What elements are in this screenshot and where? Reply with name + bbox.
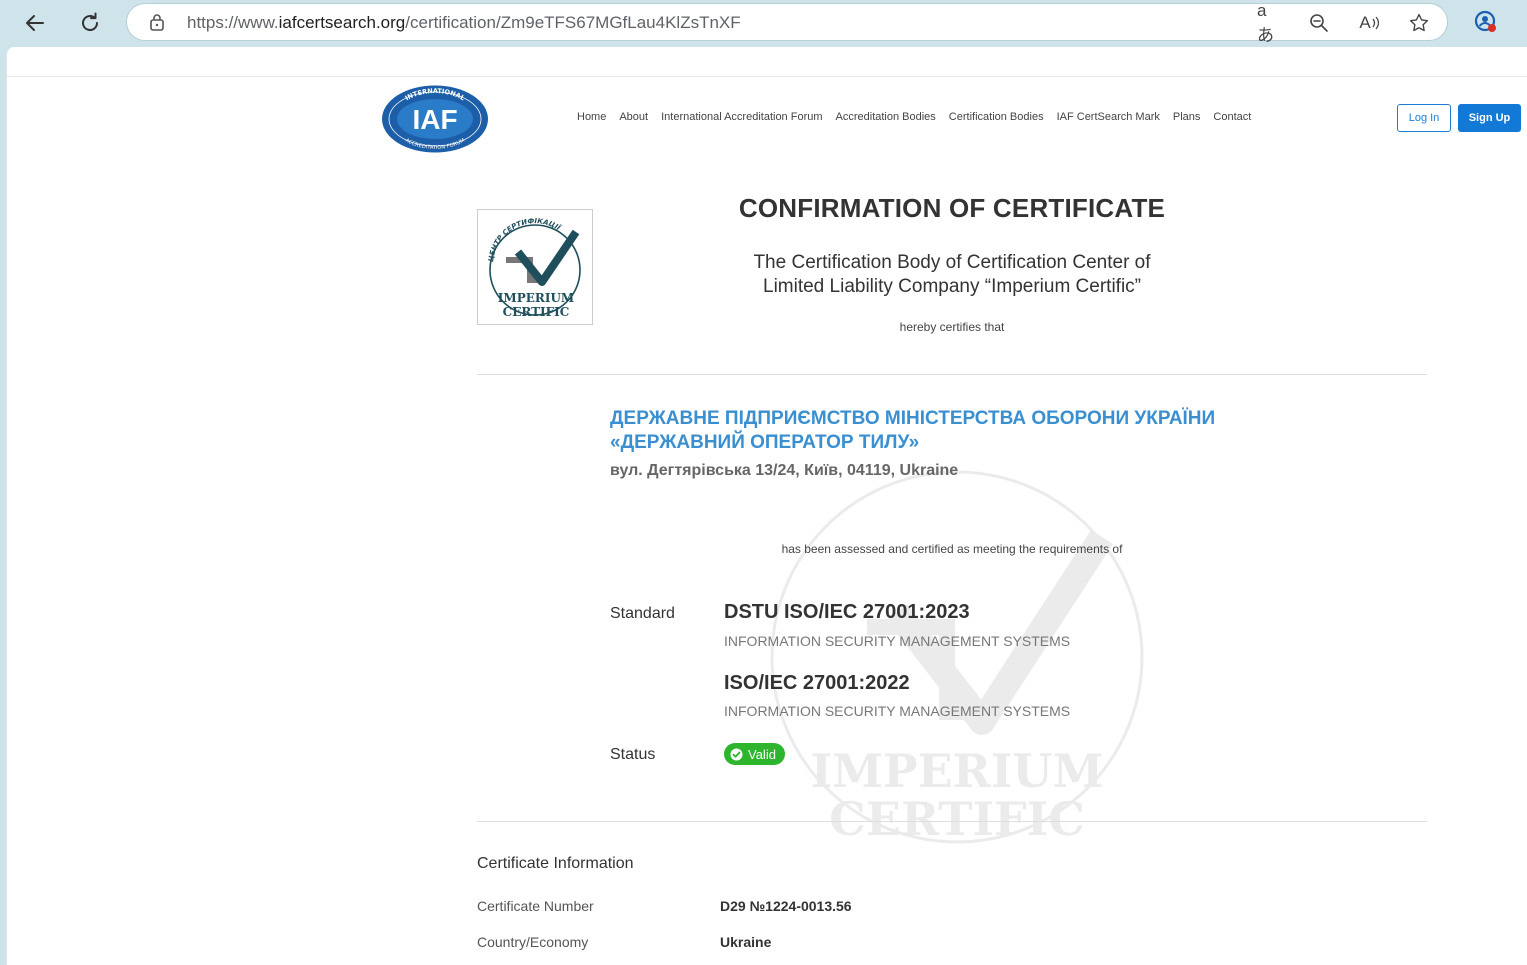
standard-code: DSTU ISO/IEC 27001:2023 <box>724 601 970 623</box>
lock-icon[interactable] <box>149 13 165 36</box>
zoom-icon[interactable] <box>1308 12 1330 34</box>
standard-description: INFORMATION SECURITY MANAGEMENT SYSTEMS <box>724 633 1071 649</box>
standard-label: Standard <box>610 605 675 622</box>
status-badge: Valid <box>724 743 785 765</box>
url-path: /certification/Zm9eTFS67MGfLau4KlZsTnXF <box>405 13 741 32</box>
nav-iaf[interactable]: International Accreditation Forum <box>661 111 822 123</box>
cb-name-line2: Limited Liability Company “Imperium Cert… <box>763 276 1141 297</box>
assessed-text: has been assessed and certified as meeti… <box>781 542 1123 556</box>
read-aloud-icon[interactable]: A <box>1358 12 1380 34</box>
certificate-number: D29 №1224-0013.56 <box>720 898 852 914</box>
login-button[interactable]: Log In <box>1397 104 1451 132</box>
cb-logo-line1: IMPERIUM <box>498 291 574 305</box>
page-viewport: INTERNATIONAL ACCREDITATION FORUM IAF Ho… <box>6 47 1527 965</box>
divider <box>477 374 1427 375</box>
country-economy: Ukraine <box>720 934 772 950</box>
signup-button[interactable]: Sign Up <box>1458 104 1521 132</box>
nav-plans[interactable]: Plans <box>1173 111 1201 123</box>
main-nav: Home About International Accreditation F… <box>577 111 1251 123</box>
organization-address: вул. Дегтярівська 13/24, Київ, 04119, Uk… <box>610 462 959 479</box>
nav-contact[interactable]: Contact <box>1213 111 1251 123</box>
cb-name-line1: The Certification Body of Certification … <box>753 252 1151 273</box>
page-title: CONFIRMATION OF CERTIFICATE <box>738 193 1166 223</box>
info-label: Certificate Number <box>477 898 594 914</box>
url-domain: iafcertsearch.org <box>278 13 406 32</box>
nav-certification-bodies[interactable]: Certification Bodies <box>949 111 1044 123</box>
org-name-line1: ДЕРЖАВНЕ ПІДПРИЄМСТВО МІНІСТЕРСТВА ОБОРО… <box>610 408 1216 429</box>
back-arrow-icon[interactable] <box>18 6 52 40</box>
hereby-text: hereby certifies that <box>899 320 1005 334</box>
iaf-logo[interactable]: INTERNATIONAL ACCREDITATION FORUM IAF <box>381 84 489 154</box>
watermark-line1: IMPERIUM <box>811 744 1104 798</box>
refresh-icon[interactable] <box>73 6 107 40</box>
status-label: Status <box>610 746 656 763</box>
check-circle-icon <box>730 748 743 760</box>
read-aloud-glyph: A <box>1359 13 1371 32</box>
nav-about[interactable]: About <box>619 111 648 123</box>
divider <box>7 76 1527 77</box>
browser-toolbar: https://www.iafcertsearch.org/certificat… <box>0 0 1527 46</box>
certification-body-watermark: IMPERIUM CERTIFIC <box>747 467 1147 847</box>
profile-extension-icon[interactable] <box>1473 9 1499 35</box>
divider <box>477 821 1427 822</box>
certificate-info-heading: Certificate Information <box>477 855 634 872</box>
organization-name: ДЕРЖАВНЕ ПІДПРИЄМСТВО МІНІСТЕРСТВА ОБОРО… <box>610 407 1330 455</box>
url-text[interactable]: https://www.iafcertsearch.org/certificat… <box>187 13 741 33</box>
org-name-line2: «ДЕРЖАВНИЙ ОПЕРАТОР ТИЛУ» <box>610 432 920 453</box>
favorite-star-icon[interactable] <box>1408 12 1430 34</box>
url-prefix: https://www. <box>187 13 279 32</box>
certification-body-logo: ЦЕНТР СЕРТИФІКАЦІЇ IMPERIUM CERTIFIC <box>477 209 593 325</box>
standard-code: ISO/IEC 27001:2022 <box>724 672 910 694</box>
info-label: Country/Economy <box>477 934 589 950</box>
cb-logo-line2: CERTIFIC <box>503 305 570 319</box>
certification-body-name: The Certification Body of Certification … <box>627 251 1277 299</box>
address-bar[interactable]: https://www.iafcertsearch.org/certificat… <box>126 1 1448 45</box>
watermark-line2: CERTIFIC <box>829 792 1085 846</box>
iaf-logo-text: IAF <box>412 104 457 135</box>
standard-description: INFORMATION SECURITY MANAGEMENT SYSTEMS <box>724 703 1071 719</box>
nav-home[interactable]: Home <box>577 111 606 123</box>
nav-certsearch-mark[interactable]: IAF CertSearch Mark <box>1057 111 1160 123</box>
nav-accreditation-bodies[interactable]: Accreditation Bodies <box>836 111 936 123</box>
translate-icon[interactable]: aあ <box>1257 1 1279 45</box>
status-value: Valid <box>748 746 776 762</box>
